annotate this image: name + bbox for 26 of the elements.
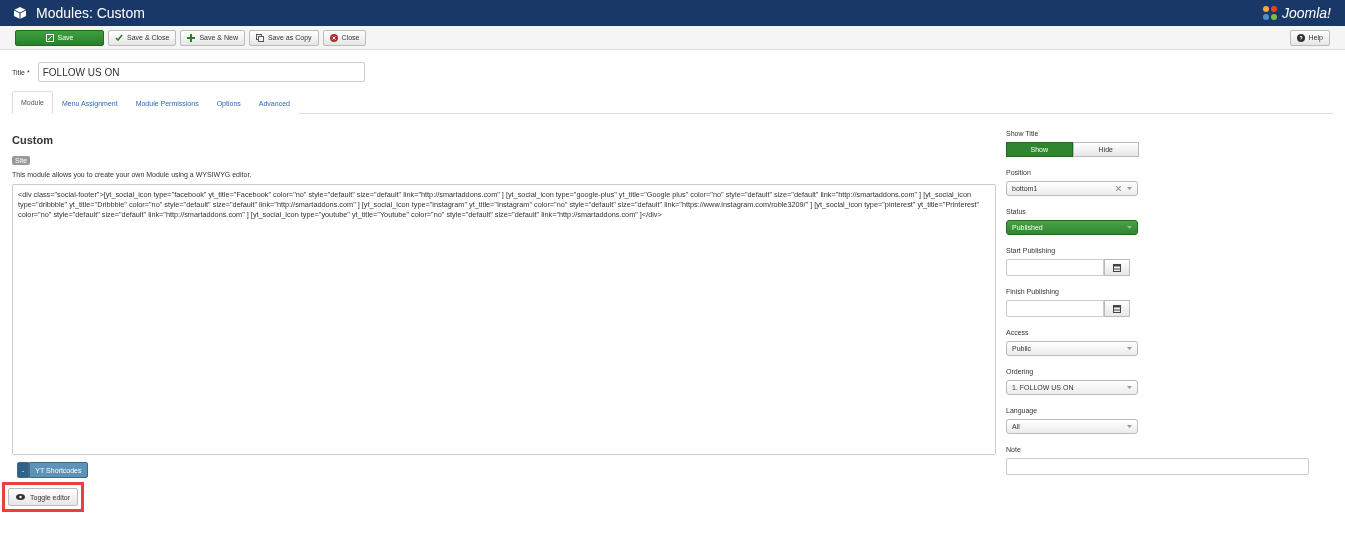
eye-icon <box>16 494 25 500</box>
check-icon <box>115 34 123 41</box>
caret-icon <box>1127 386 1132 389</box>
date-input[interactable] <box>1006 300 1104 317</box>
plus-icon <box>187 33 196 42</box>
edit-icon <box>45 33 54 42</box>
clear-icon[interactable] <box>1116 186 1121 191</box>
caret-icon <box>1127 187 1132 190</box>
help-icon <box>1296 33 1305 42</box>
title-input[interactable]: FOLLOW US ON <box>37 62 365 82</box>
calendar-icon <box>1113 263 1121 272</box>
caret-icon <box>1127 347 1132 350</box>
calendar-button[interactable] <box>1104 259 1130 276</box>
cube-icon <box>14 7 26 19</box>
calendar-icon <box>1113 304 1121 313</box>
date-input[interactable] <box>1006 259 1104 276</box>
note-input[interactable] <box>1006 458 1309 475</box>
caret-icon <box>1127 226 1132 229</box>
module-heading: Custom <box>12 134 54 146</box>
cancel-icon <box>329 33 338 42</box>
page-title: Modules: Custom <box>36 5 145 21</box>
caret-icon <box>1127 425 1132 428</box>
copy-icon <box>255 33 264 42</box>
brand-name: Joomla! <box>1281 5 1331 21</box>
logo-icon <box>1261 5 1278 21</box>
calendar-button[interactable] <box>1104 300 1130 317</box>
